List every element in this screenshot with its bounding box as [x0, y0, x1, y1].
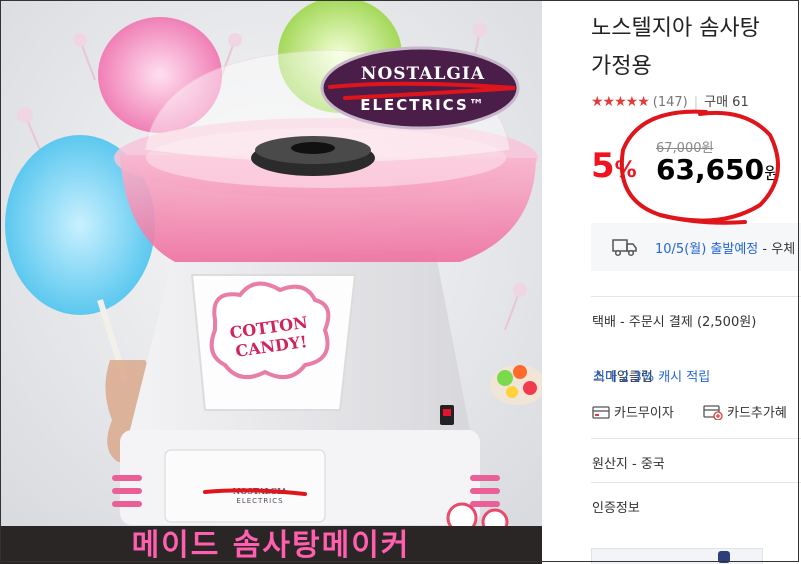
origin-row: 원산지 - 중국	[591, 438, 801, 483]
product-title-line2: 가정용	[591, 54, 652, 79]
brand-logo-bottom: ELECTRICS™	[360, 96, 486, 114]
delivery-carrier: - 우체	[762, 242, 796, 257]
shipping-info: 택배 - 주문시 결제 (2,500원)	[592, 315, 757, 330]
base-logo-top: NOSTALGIA	[232, 486, 288, 496]
product-info-panel: 노스텔지아 솜사탕 가정용 ★★★★★ (147) | 구매 61 5% 67,000…	[542, 0, 801, 564]
delivery-info[interactable]: 10/5(월) 출발예정 - 우체	[591, 223, 801, 271]
origin-info: 원산지 - 중국	[592, 457, 665, 472]
discount-number: 5	[591, 146, 615, 186]
review-count-link[interactable]: (147)	[653, 95, 688, 110]
brand-logo-top: NOSTALGIA	[360, 64, 486, 84]
divider: |	[693, 95, 699, 110]
shipping-row: 택배 - 주문시 결제 (2,500원)	[591, 296, 801, 347]
star-rating-icon: ★★★★★	[591, 94, 650, 110]
product-title-line1: 노스텔지아 솜사탕	[591, 16, 760, 41]
currency-unit: 원	[764, 164, 780, 184]
bottom-widget[interactable]	[591, 548, 763, 564]
purchase-count: 구매 61	[704, 95, 749, 110]
base-logo-bottom: ELECTRICS	[236, 497, 284, 505]
discount-percent-symbol: %	[614, 158, 637, 183]
widget-icon	[718, 551, 730, 563]
card-plus-icon	[703, 404, 723, 420]
image-caption: 메이드 솜사탕메이커	[0, 526, 542, 564]
sale-price: 63,650원	[656, 153, 780, 186]
card-additional-button[interactable]: 카드추가혜	[703, 402, 787, 421]
card-icon	[592, 405, 610, 419]
interest-free-label: 카드무이자	[614, 406, 674, 421]
cotton-candy-machine-photo	[0, 0, 542, 564]
sale-price-value: 63,650	[656, 153, 765, 186]
certification-label: 인증정보	[592, 501, 640, 516]
smile-club-benefit: 최대 2.3% 캐시 적립	[593, 370, 711, 385]
interest-free-button[interactable]: 카드무이자	[592, 402, 674, 421]
product-image: NOSTALGIA ELECTRICS™ COTTON CANDY! NOSTA…	[0, 0, 542, 564]
card-additional-label: 카드추가혜	[727, 406, 787, 421]
delivery-date: 10/5(월) 출발예정	[655, 242, 759, 257]
discount-rate: 5%	[591, 146, 637, 191]
certification-row[interactable]: 인증정보	[591, 482, 801, 531]
product-title: 노스텔지아 솜사탕 가정용	[591, 10, 801, 86]
delivery-text: 10/5(월) 출발예정 - 우체	[655, 238, 795, 257]
rating-row: ★★★★★ (147) | 구매 61	[591, 91, 749, 110]
truck-icon	[612, 239, 637, 257]
card-benefit-row: 카드무이자 카드추가혜	[591, 386, 801, 438]
smile-club-row[interactable]: 스마일클럽 최대 2.3% 캐시 적립	[591, 346, 801, 386]
